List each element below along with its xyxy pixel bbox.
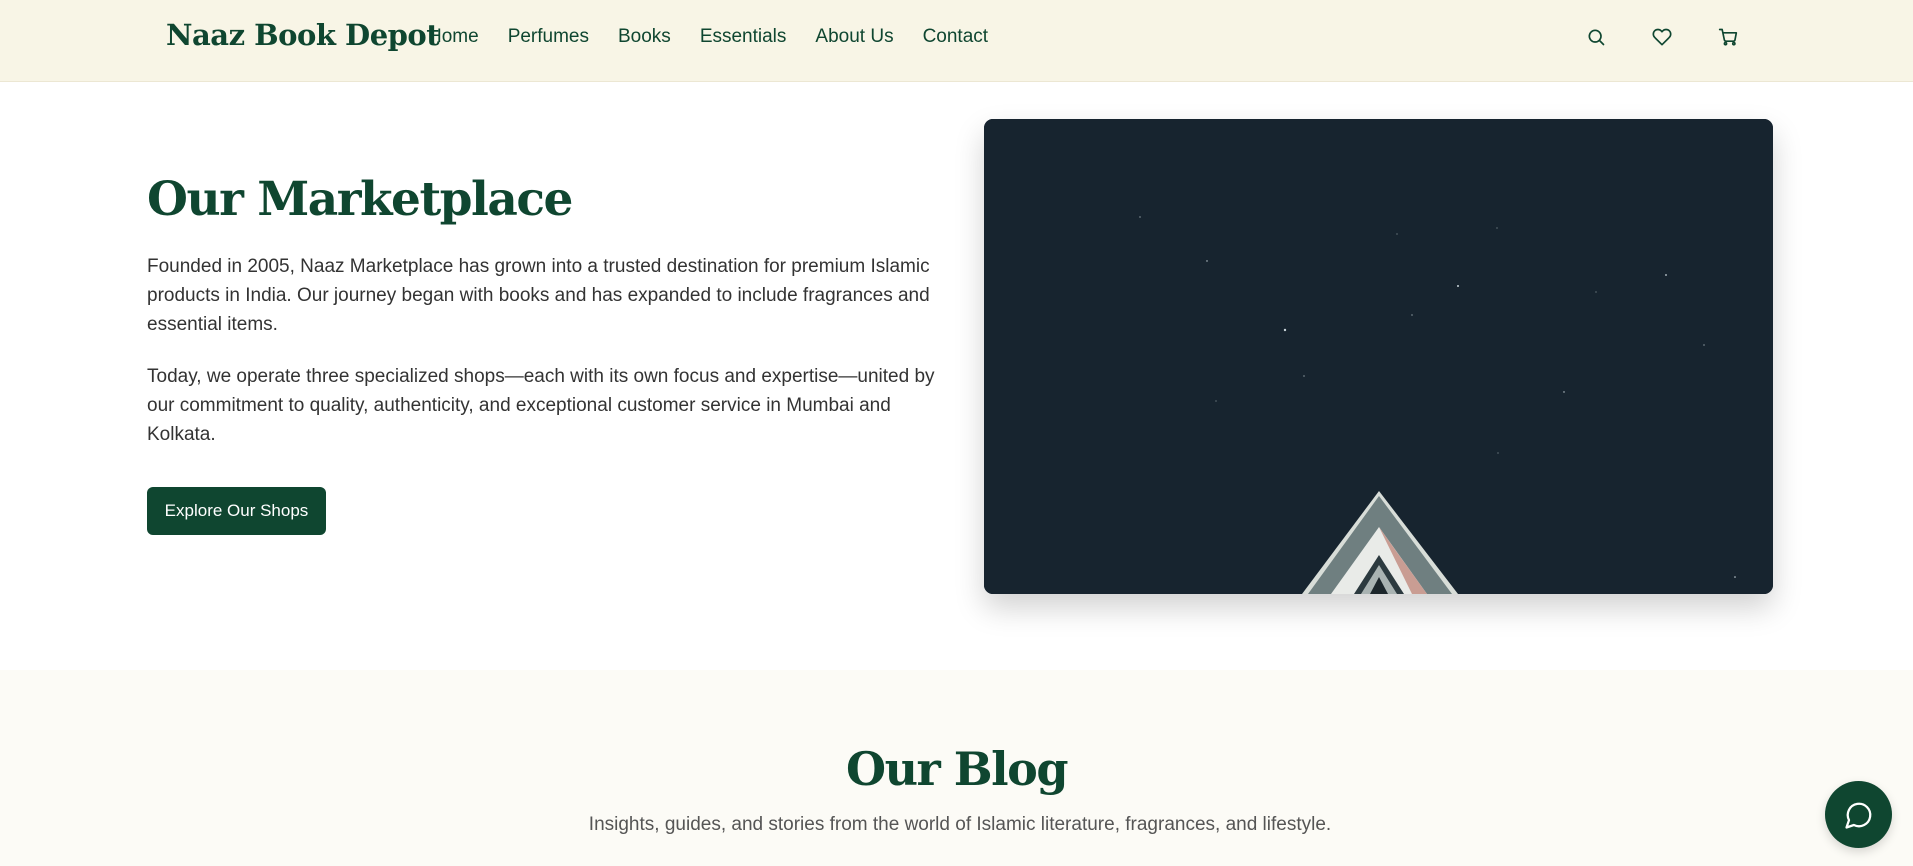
blog-title: Our Blog — [846, 742, 1068, 796]
explore-shops-button[interactable]: Explore Our Shops — [147, 487, 326, 535]
header-actions — [1582, 25, 1780, 49]
nav-perfumes[interactable]: Perfumes — [508, 25, 589, 49]
blog-section: Our Blog Insights, guides, and stories f… — [0, 670, 1913, 866]
hero-image — [984, 119, 1773, 594]
main-nav: Home Perfumes Books Essentials About Us … — [428, 25, 1017, 49]
nav-essentials[interactable]: Essentials — [700, 25, 787, 49]
nav-home[interactable]: Home — [428, 25, 479, 49]
brand-logo[interactable]: Naaz Book Depot — [166, 18, 440, 52]
hero-paragraph-2: Today, we operate three specialized shop… — [147, 366, 935, 445]
heart-icon[interactable] — [1648, 25, 1676, 49]
nav-about-us[interactable]: About Us — [815, 25, 893, 49]
hero-paragraph-1: Founded in 2005, Naaz Marketplace has gr… — [147, 256, 930, 335]
nav-contact[interactable]: Contact — [923, 25, 988, 49]
nav-books[interactable]: Books — [618, 25, 671, 49]
night-sky-building-illustration — [984, 119, 1773, 594]
cart-icon[interactable] — [1714, 25, 1742, 49]
search-icon[interactable] — [1582, 25, 1610, 49]
blog-subtitle: Insights, guides, and stories from the w… — [588, 814, 1332, 835]
chat-button[interactable] — [1825, 781, 1892, 848]
hero-title: Our Marketplace — [147, 172, 573, 227]
chat-icon — [1844, 802, 1871, 829]
site-header: Naaz Book Depot Home Perfumes Books Esse… — [0, 0, 1913, 82]
